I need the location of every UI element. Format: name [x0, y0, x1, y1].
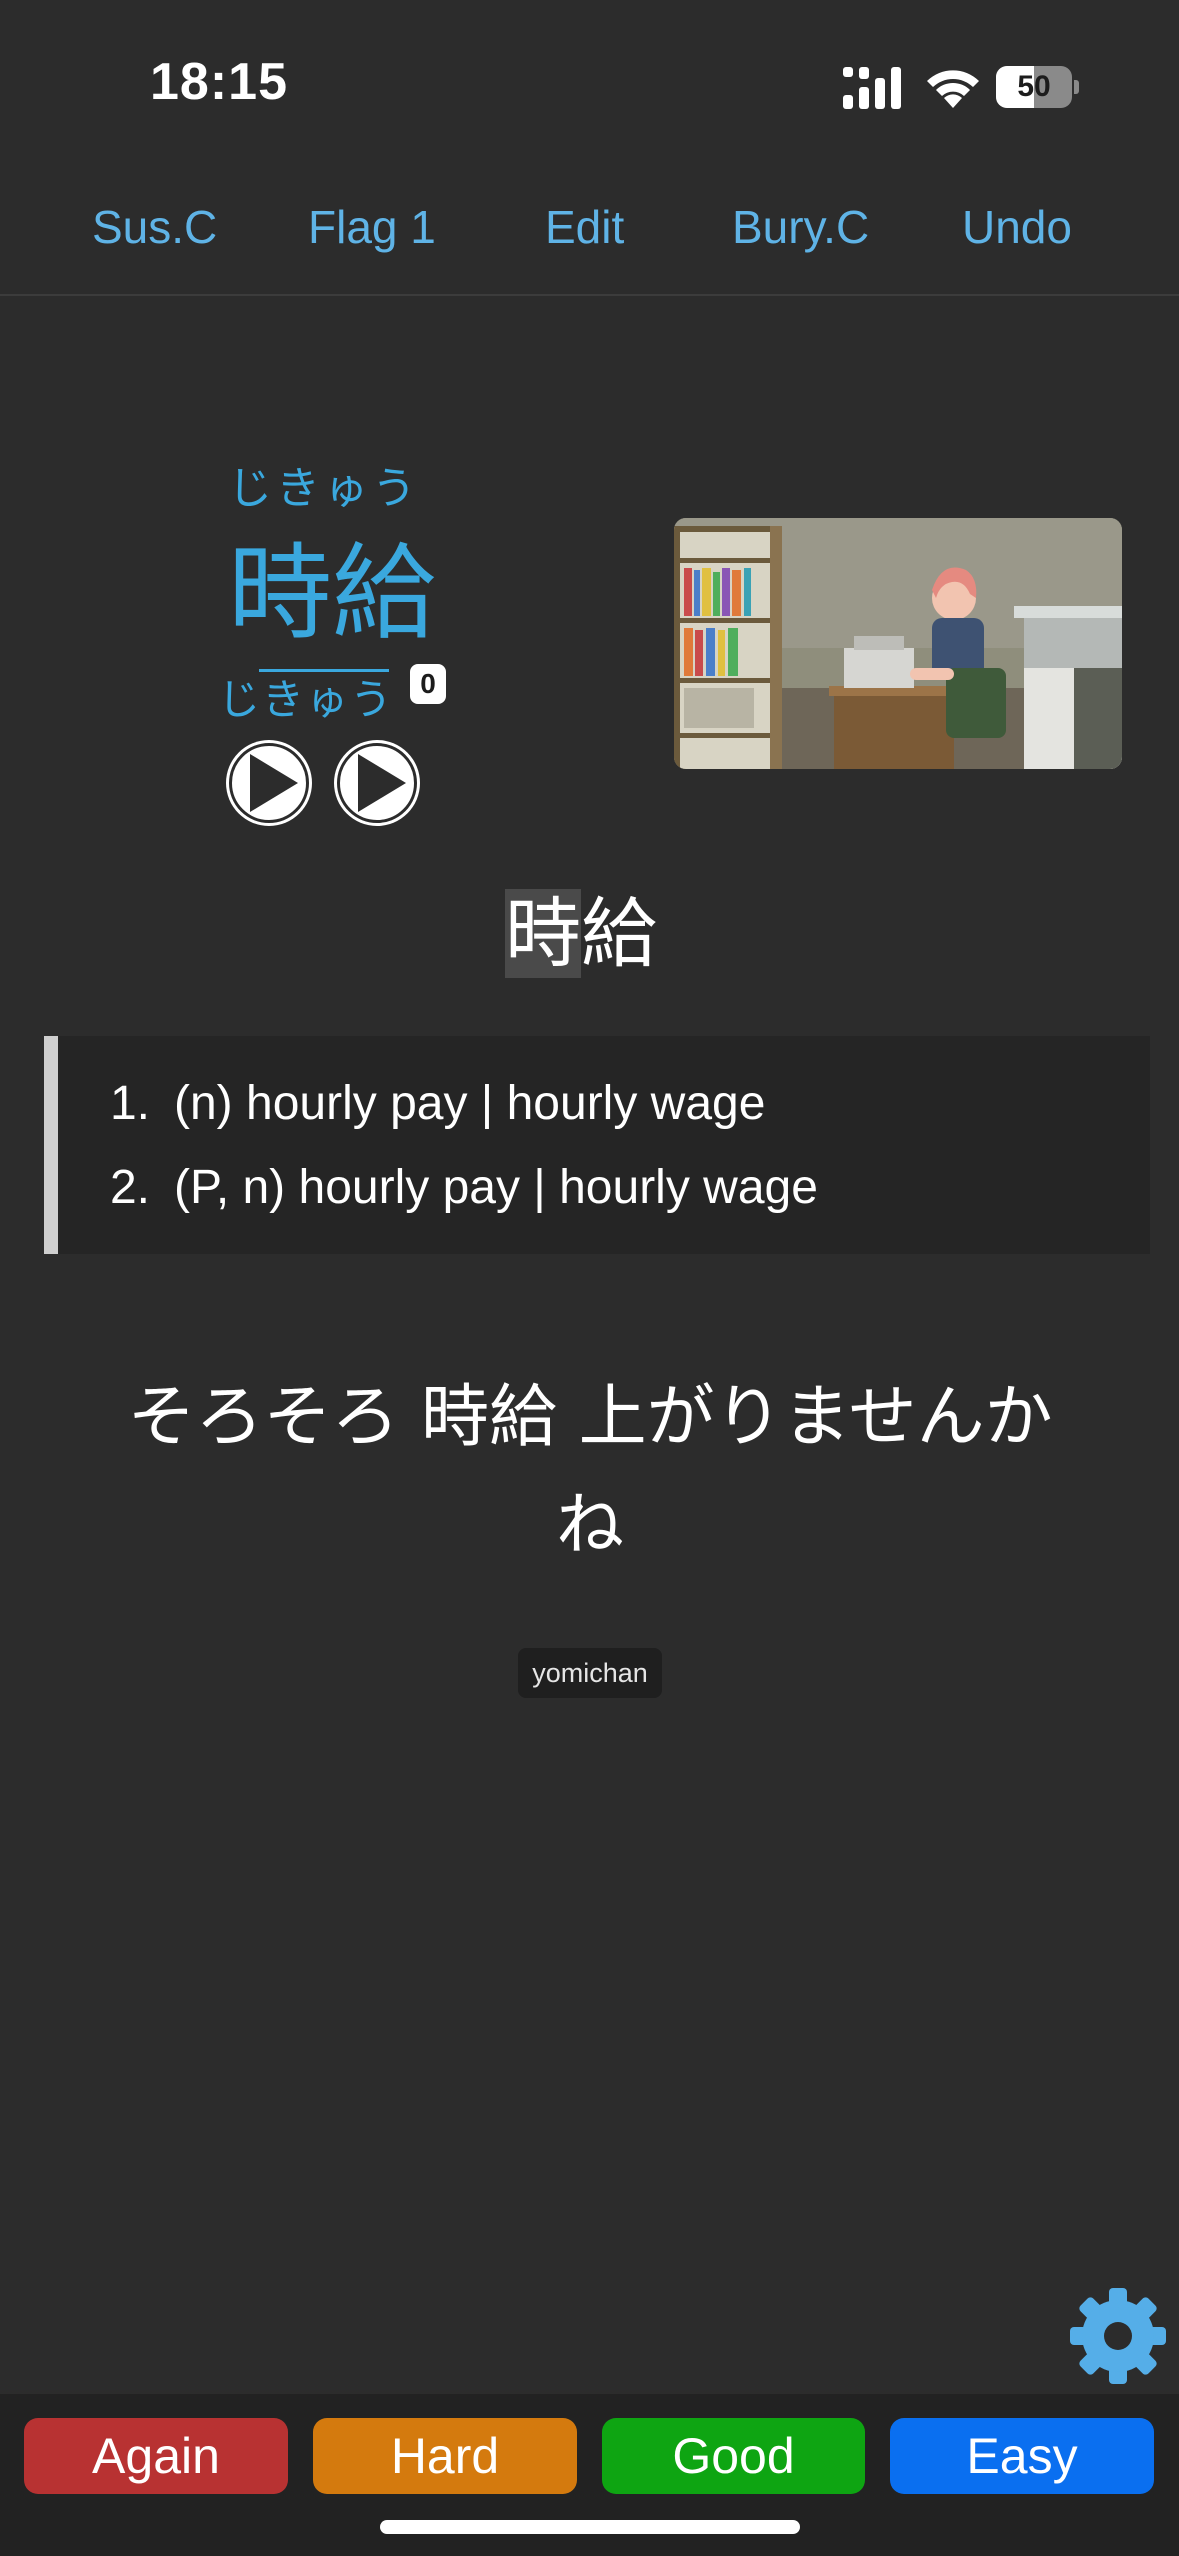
answer-bar: Again Hard Good Easy: [0, 2394, 1179, 2556]
edit-button[interactable]: Edit: [545, 200, 624, 254]
glossary-item: 1. (n) hourly pay | hourly wage: [82, 1076, 765, 1131]
good-button[interactable]: Good: [602, 2418, 865, 2494]
play-icon: [250, 754, 298, 812]
signal-icon: [843, 67, 901, 109]
bury-card-button[interactable]: Bury.C: [732, 200, 869, 254]
card-tag: yomichan: [518, 1648, 662, 1698]
play-sentence-audio-button[interactable]: [334, 740, 420, 826]
word-display: 時給: [505, 872, 657, 982]
pitch-accent-badge: 0: [410, 664, 446, 704]
glossary-text: (P, n) hourly pay | hourly wage: [174, 1161, 818, 1214]
play-icon: [358, 754, 406, 812]
undo-button[interactable]: Undo: [962, 200, 1072, 254]
reading: じきゅう: [218, 675, 395, 724]
again-button[interactable]: Again: [24, 2418, 288, 2494]
hard-button[interactable]: Hard: [313, 2418, 577, 2494]
example-sentence: そろそろ 時給 上がりませんか ね: [127, 1378, 1053, 1565]
word-rest: 給: [581, 889, 657, 978]
status-time: 18:15: [150, 53, 288, 111]
flag-button[interactable]: Flag 1: [308, 200, 436, 254]
battery-level: 50: [1017, 70, 1051, 103]
easy-button[interactable]: Easy: [890, 2418, 1154, 2494]
wifi-icon: [927, 70, 979, 108]
expression: 時給: [228, 532, 437, 654]
highlighted-kanji: 時: [505, 889, 581, 978]
play-word-audio-button[interactable]: [226, 740, 312, 826]
glossary-text: (n) hourly pay | hourly wage: [174, 1077, 766, 1130]
expression-furigana: じきゅう: [228, 463, 420, 514]
glossary-number: 1.: [109, 1077, 150, 1130]
glossary-item: 2. (P, n) hourly pay | hourly wage: [82, 1160, 818, 1215]
battery-icon: 50: [996, 66, 1079, 108]
glossary-number: 2.: [109, 1161, 150, 1214]
status-bar: 18:15 50: [0, 0, 1179, 170]
glossary: 1. (n) hourly pay | hourly wage 2. (P, n) …: [44, 1036, 1150, 1254]
suspend-card-button[interactable]: Sus.C: [92, 200, 217, 254]
home-indicator[interactable]: [380, 2520, 800, 2534]
settings-gear-icon[interactable]: [1068, 2286, 1168, 2386]
card-screenshot-image[interactable]: [674, 518, 1122, 769]
review-toolbar: Sus.C Flag 1 Edit Bury.C Undo: [0, 170, 1179, 296]
